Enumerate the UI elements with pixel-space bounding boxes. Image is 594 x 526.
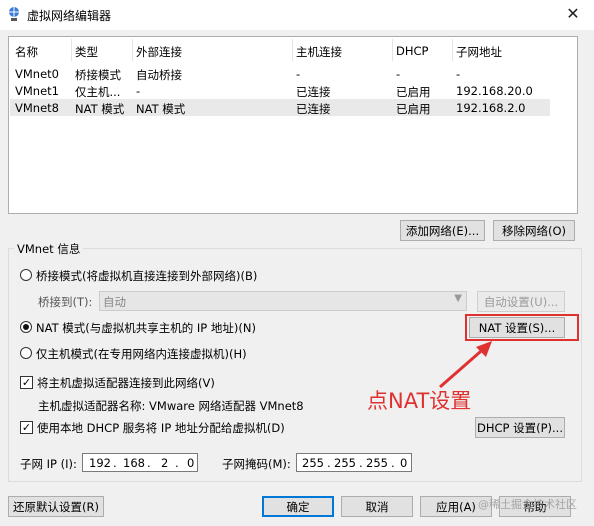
mask-octet: 255 (334, 456, 356, 470)
vmware-network-icon (9, 7, 19, 21)
subnet-mask-input[interactable]: 255 . 255 . 255 . 0 (296, 453, 412, 472)
nat-mode-radio[interactable] (20, 321, 32, 333)
bridge-mode-label[interactable]: 桥接模式(将虚拟机直接连接到外部网络)(B) (36, 268, 257, 284)
ip-octet: 168 (123, 456, 145, 470)
column-divider (132, 39, 133, 61)
vmnet-info-title: VMnet 信息 (14, 241, 84, 257)
mask-octet: 255 (302, 456, 324, 470)
table-row[interactable]: VMnet0 桥接模式 自动桥接 - - - (10, 65, 550, 82)
ip-octet: 0 (187, 456, 195, 470)
cell-host: 已连接 (296, 85, 331, 99)
cell-name: VMnet1 (15, 84, 59, 98)
bridge-to-select[interactable]: 自动 ▼ (99, 291, 467, 311)
cell-external: - (136, 84, 141, 98)
cell-subnet: 192.168.2.0 (456, 101, 526, 115)
bridge-to-value: 自动 (103, 295, 126, 309)
column-divider (292, 39, 293, 61)
bridge-to-label: 桥接到(T): (38, 295, 93, 309)
nat-mode-label[interactable]: NAT 模式(与虚拟机共享主机的 IP 地址)(N) (36, 320, 256, 336)
column-divider (71, 39, 72, 61)
subnet-ip-input[interactable]: 192 . 168 . 2 . 0 (82, 453, 198, 472)
adapter-name-text: 主机虚拟适配器名称: VMware 网络适配器 VMnet8 (38, 399, 304, 413)
network-list[interactable]: 名称 类型 外部连接 主机连接 DHCP 子网地址 VMnet0 桥接模式 自动… (8, 36, 578, 214)
host-only-radio[interactable] (20, 347, 32, 359)
dhcp-checkbox[interactable]: ✓ (20, 421, 33, 434)
ip-octet: 192 (89, 456, 111, 470)
cell-host: - (296, 67, 301, 81)
cell-type: 桥接模式 (75, 68, 121, 82)
bridge-mode-radio[interactable] (20, 269, 32, 281)
mask-octet: 255 (366, 456, 388, 470)
subnet-ip-label: 子网 IP (I): (20, 457, 77, 471)
close-icon[interactable]: ✕ (558, 2, 588, 26)
host-only-label[interactable]: 仅主机模式(在专用网络内连接虚拟机)(H) (36, 346, 247, 362)
column-header-subnet[interactable]: 子网地址 (456, 44, 502, 60)
cell-type: NAT 模式 (75, 102, 125, 116)
cell-external: NAT 模式 (136, 102, 186, 116)
table-row[interactable]: VMnet1 仅主机... - 已连接 已启用 192.168.20.0 (10, 82, 550, 99)
table-row-selected[interactable]: VMnet8 NAT 模式 NAT 模式 已连接 已启用 192.168.2.0 (10, 99, 550, 116)
dhcp-settings-button[interactable]: DHCP 设置(P)... (475, 417, 565, 438)
column-header-type[interactable]: 类型 (75, 44, 98, 60)
connect-adapter-label[interactable]: 将主机虚拟适配器连接到此网络(V) (37, 375, 215, 391)
annotation-text: 点NAT设置 (367, 389, 472, 413)
cell-name: VMnet0 (15, 67, 59, 81)
column-header-external[interactable]: 外部连接 (136, 44, 182, 60)
add-network-button[interactable]: 添加网络(E)... (400, 220, 485, 241)
cell-name: VMnet8 (15, 101, 59, 115)
subnet-mask-label: 子网掩码(M): (222, 457, 291, 471)
column-header-host[interactable]: 主机连接 (296, 44, 342, 60)
chevron-down-icon: ▼ (454, 293, 462, 304)
ip-octet: 2 (161, 456, 169, 470)
restore-defaults-button[interactable]: 还原默认设置(R) (8, 496, 104, 517)
cell-dhcp: 已启用 (396, 85, 431, 99)
column-divider (392, 39, 393, 61)
connect-adapter-checkbox[interactable]: ✓ (20, 376, 33, 389)
column-divider (452, 39, 453, 61)
cell-type: 仅主机... (75, 85, 121, 99)
auto-settings-button[interactable]: 自动设置(U)... (477, 291, 565, 312)
column-header-name[interactable]: 名称 (15, 44, 38, 60)
cell-subnet: - (456, 67, 461, 81)
cell-subnet: 192.168.20.0 (456, 84, 533, 98)
ok-button[interactable]: 确定 (262, 496, 334, 517)
cancel-button[interactable]: 取消 (341, 496, 413, 517)
watermark: @稀土掘金技术社区 (478, 498, 577, 511)
mask-octet: 0 (400, 456, 408, 470)
remove-network-button[interactable]: 移除网络(O) (493, 220, 575, 241)
cell-host: 已连接 (296, 102, 331, 116)
cell-dhcp: - (396, 67, 401, 81)
radio-selected-dot (23, 324, 29, 330)
cell-dhcp: 已启用 (396, 102, 431, 116)
cell-external: 自动桥接 (136, 68, 182, 82)
dhcp-label[interactable]: 使用本地 DHCP 服务将 IP 地址分配给虚拟机(D) (37, 420, 285, 436)
window-title: 虚拟网络编辑器 (27, 9, 112, 23)
column-header-dhcp[interactable]: DHCP (396, 44, 428, 58)
